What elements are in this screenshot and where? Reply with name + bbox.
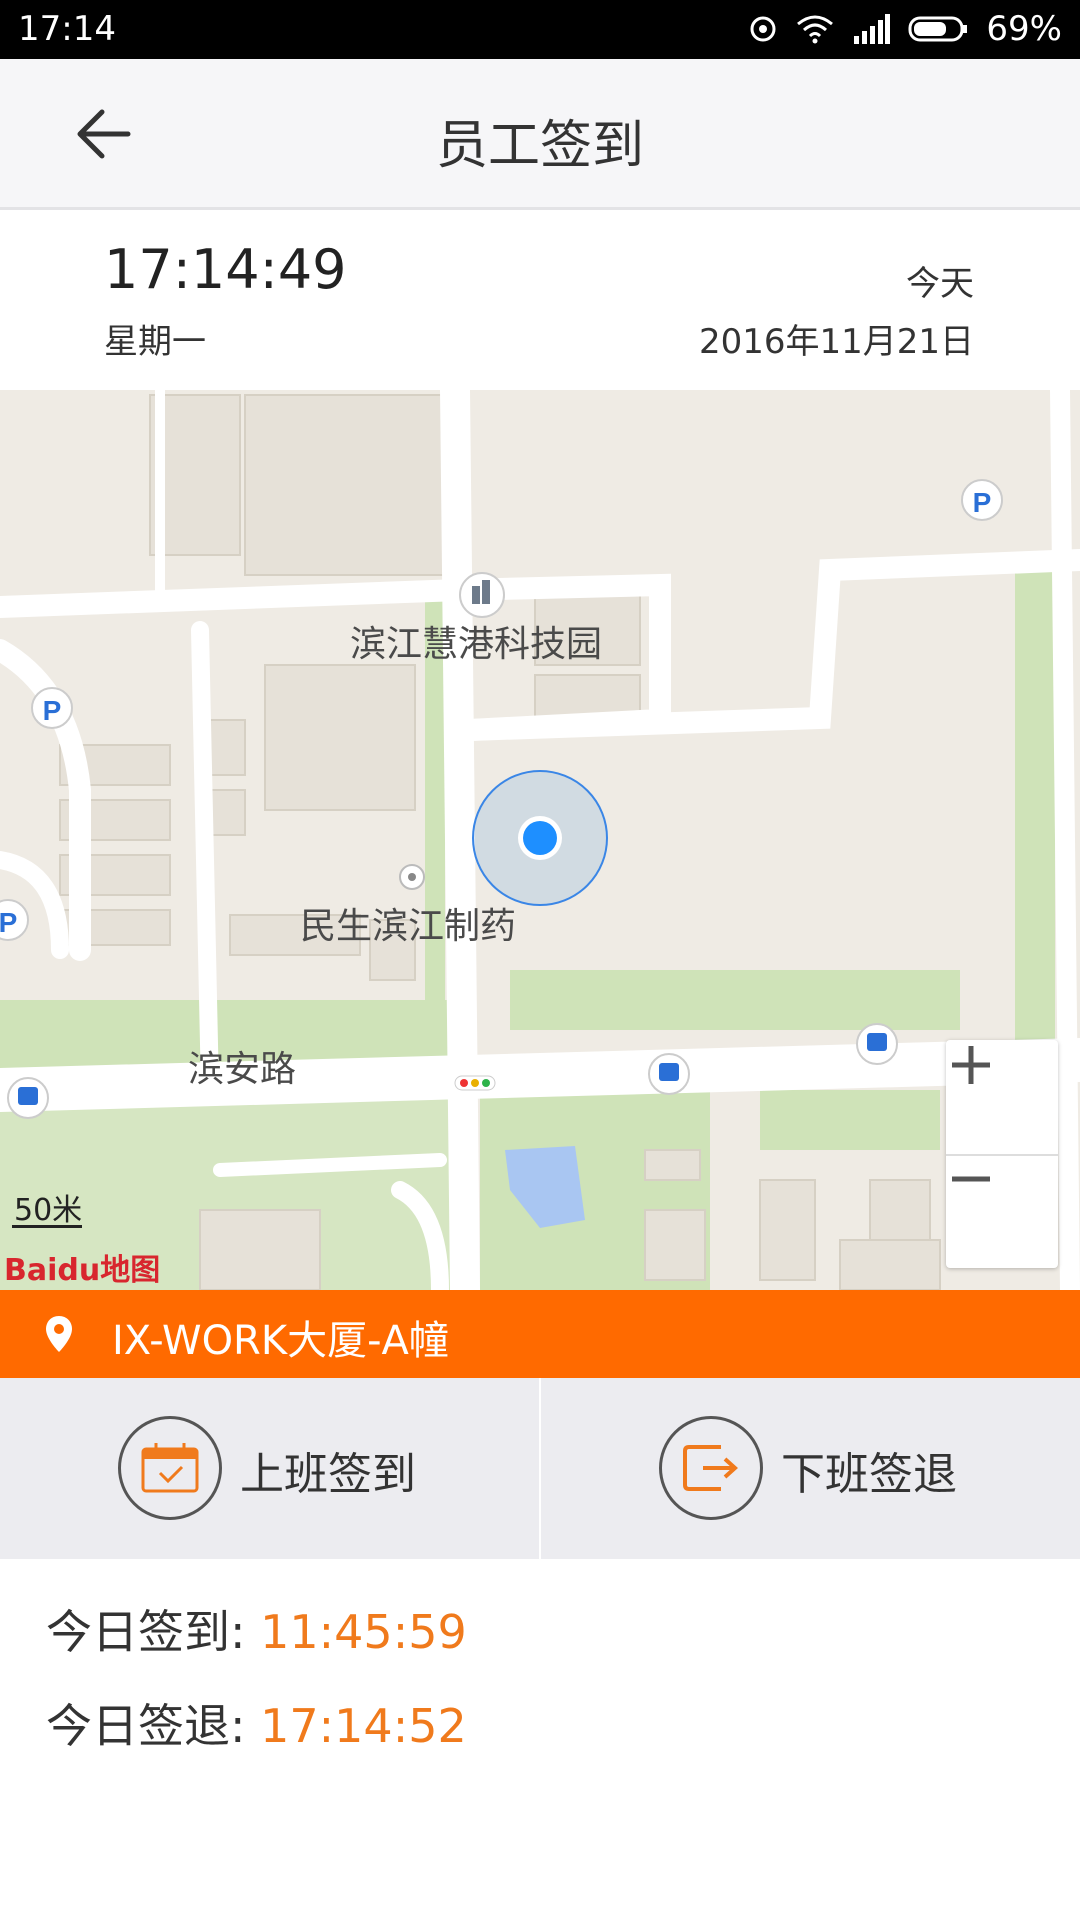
status-bar: 17:14 69%: [0, 0, 1080, 59]
bus-stop-icon: [856, 1023, 898, 1065]
check-in-record-time: 11:45:59: [260, 1605, 467, 1659]
weekday: 星期一: [104, 322, 206, 362]
location-name: IX-WORK大厦-A幢: [112, 1318, 449, 1364]
check-out-button[interactable]: 下班签退: [541, 1378, 1080, 1559]
map-label-road: 滨安路: [188, 1049, 297, 1090]
bus-stop-icon: [7, 1077, 49, 1119]
check-out-record-time: 17:14:52: [260, 1699, 467, 1753]
map-scale-label: 50米: [14, 1193, 83, 1228]
check-in-label: 上班签到: [240, 1449, 416, 1500]
zoom-in-button[interactable]: [946, 1040, 1058, 1156]
map-scale-bar: [12, 1225, 82, 1228]
status-icons: 69%: [748, 9, 1062, 49]
current-time: 17:14:49: [104, 238, 347, 301]
svg-text:P: P: [0, 907, 17, 938]
minus-icon: [952, 1176, 990, 1182]
today-label: 今天: [906, 264, 974, 304]
exit-icon: [683, 1445, 738, 1491]
map-view[interactable]: P P P 滨江慧港科技园 民生滨江制药 滨安路 50米 Baidu地图: [0, 390, 1080, 1290]
check-out-label: 下班签退: [781, 1449, 957, 1500]
wifi-icon: [796, 14, 834, 44]
zoom-controls: [946, 1040, 1058, 1268]
app-header: 员工签到: [0, 59, 1080, 210]
parking-icon: P: [961, 479, 1003, 521]
baidu-map-logo: Baidu地图: [4, 1253, 161, 1288]
building-poi-icon: [459, 572, 505, 618]
location-bar: IX-WORK大厦-A幢: [0, 1290, 1080, 1378]
page-title: 员工签到: [435, 116, 644, 176]
calendar-check-icon: [141, 1443, 199, 1493]
check-in-button[interactable]: 上班签到: [0, 1378, 539, 1559]
current-location-icon: [523, 821, 557, 855]
map-canvas: P P P: [0, 390, 1080, 1290]
check-out-record-label: 今日签退:: [46, 1699, 246, 1753]
svg-text:P: P: [973, 487, 992, 518]
battery-icon: [908, 14, 968, 44]
date-section: 17:14:49 星期一 今天 2016年11月21日: [0, 210, 1080, 390]
bus-stop-icon: [648, 1053, 690, 1095]
plus-icon: [952, 1046, 990, 1084]
action-row: 上班签到 下班签退: [0, 1378, 1080, 1559]
check-out-record: 今日签退: 17:14:52: [46, 1690, 467, 1756]
parking-icon: P: [31, 687, 73, 729]
location-pin-icon: [44, 1314, 74, 1358]
map-label-pharma: 民生滨江制药: [300, 906, 517, 947]
status-time: 17:14: [18, 9, 116, 49]
signal-icon: [852, 14, 891, 44]
check-out-icon-circle: [659, 1416, 763, 1520]
check-in-icon-circle: [118, 1416, 222, 1520]
zoom-out-button[interactable]: [946, 1154, 1058, 1268]
check-in-record: 今日签到: 11:45:59: [46, 1596, 467, 1662]
map-label-tech-park: 滨江慧港科技园: [350, 624, 603, 665]
hotspot-icon: [748, 14, 778, 44]
svg-text:P: P: [43, 695, 62, 726]
traffic-light-icon: [454, 1075, 496, 1091]
current-date: 2016年11月21日: [698, 322, 974, 362]
check-in-record-label: 今日签到:: [46, 1605, 246, 1659]
poi-dot-icon: [399, 864, 425, 890]
battery-percent: 69%: [986, 9, 1062, 49]
